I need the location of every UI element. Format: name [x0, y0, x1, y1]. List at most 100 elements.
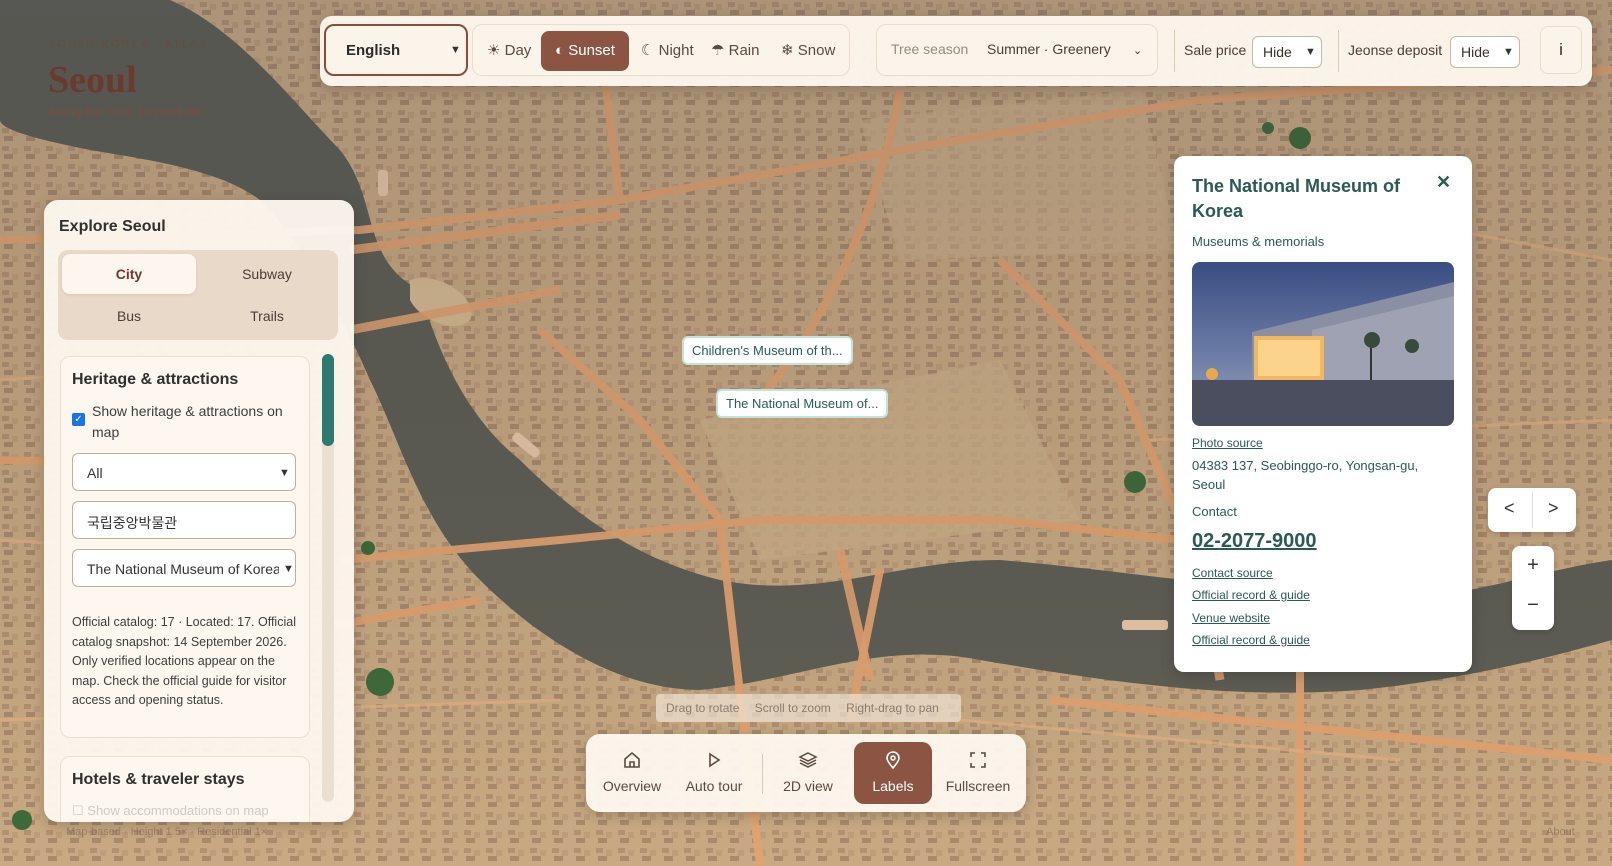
hint-zoom: Scroll to zoom: [754, 701, 831, 715]
about-link[interactable]: About: [1546, 826, 1575, 838]
map-scale-footer: Map-based · Height 1.5× · Residential 1×: [66, 826, 268, 838]
contact-label: Contact: [1192, 504, 1237, 519]
place-address: 04383 137, Seobinggo-ro, Yongsan-gu, Seo…: [1192, 458, 1419, 492]
tree-season-label: Tree season: [891, 41, 969, 57]
phone-link[interactable]: 02-2077-9000: [1192, 530, 1317, 553]
weather-sunset-label: Sunset: [568, 42, 615, 59]
fullscreen-button[interactable]: Fullscreen: [938, 742, 1018, 804]
fullscreen-label: Fullscreen: [945, 778, 1011, 794]
place-pager: < >: [1488, 488, 1576, 532]
pager-divider: [1532, 492, 1533, 528]
weather-night-label: Night: [658, 42, 694, 59]
info-button[interactable]: i: [1540, 26, 1582, 74]
next-button[interactable]: >: [1548, 498, 1559, 519]
tree-season-value: Summer · Greenery: [987, 41, 1111, 57]
heritage-filter-select[interactable]: All ▼: [72, 453, 296, 491]
heritage-place-value: The National Museum of Korea: [87, 561, 281, 577]
sunset-icon: ◐: [555, 42, 565, 59]
place-category: Museums & memorials: [1192, 234, 1325, 249]
sidebar-scrollbar[interactable]: [322, 354, 334, 802]
toolbar-divider: [1338, 30, 1339, 72]
zoom-in-button[interactable]: +: [1512, 554, 1554, 577]
labels-label: Labels: [872, 778, 914, 794]
heritage-place-select[interactable]: The National Museum of Korea ▼: [72, 549, 296, 587]
tab-subway[interactable]: Subway: [200, 254, 334, 294]
chevron-down-icon: ▼: [1503, 46, 1514, 58]
overview-label: Overview: [602, 778, 662, 794]
tab-bus[interactable]: Bus: [62, 296, 196, 336]
weather-sunset-button[interactable]: ◐ Sunset: [541, 31, 629, 71]
venue-website-link[interactable]: Venue website: [1192, 611, 1270, 625]
hint-pan: Right-drag to pan: [846, 701, 939, 715]
close-icon[interactable]: ✕: [1436, 172, 1451, 193]
map-label-national-museum[interactable]: The National Museum of...: [716, 389, 889, 418]
photo-source-link[interactable]: Photo source: [1192, 436, 1263, 450]
bottom-divider: [762, 754, 763, 794]
bottom-toolbar: Overview Auto tour 2D view Labels Fullsc…: [586, 734, 1026, 812]
auto-tour-label: Auto tour: [685, 778, 743, 794]
explore-sidebar: Explore Seoul City Subway Bus Trails Her…: [44, 200, 354, 822]
2d-view-button[interactable]: 2D view: [768, 742, 848, 804]
weather-night-button[interactable]: ☾ Night: [631, 31, 704, 71]
transport-mode-tabs: City Subway Bus Trails: [58, 250, 338, 340]
jeonse-deposit-value: Hide: [1461, 44, 1490, 60]
info-icon: i: [1559, 40, 1563, 59]
heritage-show-toggle[interactable]: ✓ Show heritage & attractions on map: [72, 401, 302, 443]
heritage-search-input[interactable]: 국립중앙박물관: [72, 501, 296, 539]
chevron-down-icon: ▼: [1305, 46, 1316, 58]
brand-header: SOUTH KOREA · ATLAS Seoul Along the rive…: [48, 38, 214, 119]
layers-icon: [768, 750, 848, 772]
moon-icon: ☾: [641, 42, 655, 59]
snow-icon: ❄: [781, 42, 794, 59]
brand-title: Seoul: [48, 59, 137, 101]
checkbox-icon[interactable]: ☐: [72, 803, 84, 818]
tree-season-select[interactable]: Tree season Summer · Greenery ⌄: [876, 24, 1158, 76]
heritage-card: Heritage & attractions ✓ Show heritage &…: [60, 356, 310, 738]
hotels-show-label: Show accommodations on map: [87, 803, 269, 818]
sidebar-scroll-thumb[interactable]: [322, 354, 334, 446]
language-value: English: [346, 42, 401, 59]
heritage-filter-value: All: [87, 465, 103, 481]
labels-button[interactable]: Labels: [854, 742, 932, 804]
weather-rain-button[interactable]: ☂ Rain: [701, 31, 769, 71]
auto-tour-button[interactable]: Auto tour: [674, 742, 754, 804]
weather-day-label: Day: [504, 42, 532, 59]
weather-toggle-group: ☀ Day ◐ Sunset ☾ Night ☂ Rain ❄ Snow: [472, 24, 850, 76]
language-select[interactable]: English ▼: [324, 24, 468, 76]
official-record-link-2[interactable]: Official record & guide: [1192, 633, 1310, 647]
sale-price-value: Hide: [1263, 44, 1292, 60]
hotels-card: Hotels & traveler stays ☐ Show accommoda…: [60, 756, 310, 822]
heritage-catalog-note: Official catalog: 17 · Located: 17. Offi…: [72, 615, 296, 707]
overview-button[interactable]: Overview: [592, 742, 672, 804]
zoom-out-button[interactable]: −: [1512, 594, 1554, 617]
weather-snow-button[interactable]: ❄ Snow: [771, 31, 845, 71]
rain-icon: ☂: [711, 42, 725, 59]
sidebar-title: Explore Seoul: [59, 218, 166, 235]
map-label-childrens-museum[interactable]: Children's Museum of th...: [682, 336, 853, 365]
chevron-down-icon: ▼: [279, 563, 294, 575]
jeonse-deposit-select[interactable]: Hide ▼: [1450, 36, 1520, 68]
weather-rain-label: Rain: [728, 42, 760, 59]
hotels-show-toggle[interactable]: ☐ Show accommodations on map: [72, 803, 269, 819]
pin-icon: [854, 750, 932, 772]
2d-view-label: 2D view: [783, 778, 833, 794]
fullscreen-icon: [938, 750, 1018, 772]
tab-city[interactable]: City: [62, 254, 196, 294]
weather-day-button[interactable]: ☀ Day: [477, 31, 541, 71]
weather-snow-label: Snow: [797, 42, 836, 59]
hint-rotate: Drag to rotate: [666, 701, 740, 715]
prev-button[interactable]: <: [1504, 498, 1515, 519]
jeonse-deposit-label: Jeonse deposit: [1348, 42, 1443, 58]
sale-price-select[interactable]: Hide ▼: [1252, 36, 1322, 68]
place-title: The National Museum of Korea: [1192, 176, 1401, 221]
tab-trails[interactable]: Trails: [200, 296, 334, 336]
place-detail-popup: The National Museum of Korea ✕ Museums &…: [1174, 156, 1472, 672]
contact-source-link[interactable]: Contact source: [1192, 566, 1273, 580]
zoom-controls: + −: [1512, 546, 1554, 630]
hotels-title: Hotels & traveler stays: [72, 771, 245, 788]
checkbox-checked-icon[interactable]: ✓: [72, 413, 85, 426]
place-photo: [1192, 262, 1454, 426]
home-icon: [592, 750, 672, 772]
official-record-link[interactable]: Official record & guide: [1192, 588, 1310, 602]
play-icon: [674, 750, 754, 772]
